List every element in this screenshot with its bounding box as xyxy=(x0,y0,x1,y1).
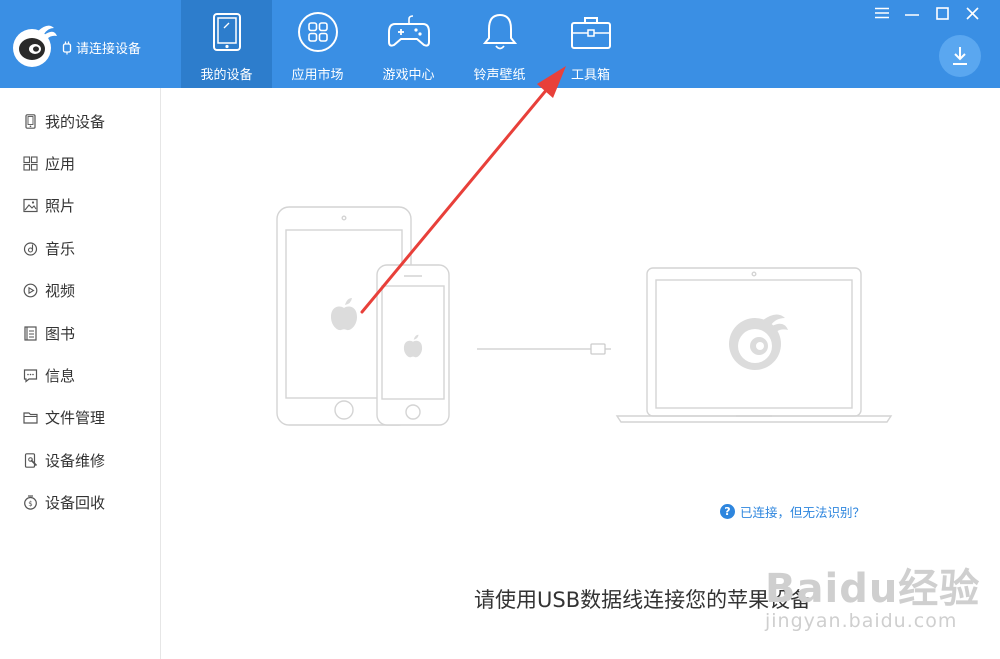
sidebar-item-label: 设备回收 xyxy=(45,494,106,513)
sidebar-item-device-recycle[interactable]: $ 设备回收 xyxy=(0,482,160,524)
maximize-icon[interactable] xyxy=(934,4,950,22)
download-button[interactable] xyxy=(939,35,981,77)
close-icon[interactable] xyxy=(964,4,980,22)
tab-my-device[interactable]: 我的设备 xyxy=(181,0,272,88)
phone-icon xyxy=(22,113,38,129)
tab-game-center[interactable]: 游戏中心 xyxy=(363,0,454,88)
sidebar-item-label: 音乐 xyxy=(45,239,76,258)
sidebar-item-device-repair[interactable]: 设备维修 xyxy=(0,439,160,481)
recycle-icon: $ xyxy=(22,495,38,511)
app-grid-icon xyxy=(296,10,340,54)
sidebar-item-video[interactable]: 视频 xyxy=(0,270,160,312)
watermark-brand-text: Baidu经验 xyxy=(765,566,981,612)
book-icon xyxy=(22,325,38,341)
menu-icon[interactable] xyxy=(874,4,890,22)
bell-icon xyxy=(478,10,522,54)
tab-toolbox[interactable]: 工具箱 xyxy=(545,0,636,88)
main-nav: 我的设备 应用市场 游戏中心 铃声壁纸 工具箱 xyxy=(181,0,636,88)
itools-logo-laptop xyxy=(729,314,788,370)
tab-ringtone-wallpaper[interactable]: 铃声壁纸 xyxy=(454,0,545,88)
question-icon: ? xyxy=(720,504,735,519)
sidebar-item-label: 图书 xyxy=(45,324,76,343)
device-plug-icon xyxy=(62,41,72,54)
sidebar-item-photos[interactable]: 照片 xyxy=(0,185,160,227)
tab-label: 游戏中心 xyxy=(382,68,435,83)
message-icon xyxy=(22,368,38,384)
video-icon xyxy=(22,283,38,299)
download-icon xyxy=(953,47,967,65)
repair-icon xyxy=(22,452,38,468)
sidebar-item-apps[interactable]: 应用 xyxy=(0,142,160,184)
sidebar-item-file-manager[interactable]: 文件管理 xyxy=(0,397,160,439)
sidebar-item-label: 视频 xyxy=(45,282,76,301)
sidebar: 我的设备 应用 照片 音乐 视频 图书 信息 文件管理 设备维修 $ 设备回收 xyxy=(0,88,161,659)
sidebar-item-books[interactable]: 图书 xyxy=(0,312,160,354)
connection-status-label: 请连接设备 xyxy=(76,42,142,57)
usb-cable xyxy=(477,343,611,355)
baidu-watermark: Baidu经验 jingyan.baidu.com xyxy=(765,556,980,632)
connect-prompt: 请使用USB数据线连接您的苹果设备 xyxy=(474,588,812,612)
toolbox-icon xyxy=(569,10,613,54)
gamepad-icon xyxy=(387,10,431,54)
sidebar-item-label: 文件管理 xyxy=(45,409,106,428)
sidebar-item-label: 设备维修 xyxy=(45,451,106,470)
tab-label: 铃声壁纸 xyxy=(473,68,526,83)
sidebar-item-label: 我的设备 xyxy=(45,112,106,131)
apple-logo-ipad xyxy=(331,298,357,331)
minimize-icon[interactable] xyxy=(904,4,920,22)
tab-app-market[interactable]: 应用市场 xyxy=(272,0,363,88)
tab-label: 应用市场 xyxy=(291,68,344,83)
sidebar-item-label: 信息 xyxy=(45,367,76,386)
connection-status[interactable]: 请连接设备 xyxy=(62,38,141,57)
unrecognized-help-link[interactable]: ? 已连接，但无法识别？ xyxy=(720,502,865,521)
apps-icon xyxy=(22,156,38,172)
tablet-icon xyxy=(205,10,249,54)
window-controls xyxy=(874,4,980,22)
folder-icon xyxy=(22,410,38,426)
watermark-url: jingyan.baidu.com xyxy=(765,610,958,632)
tab-label: 工具箱 xyxy=(570,68,610,83)
sidebar-item-my-device[interactable]: 我的设备 xyxy=(0,100,160,142)
photo-icon xyxy=(22,198,38,214)
watermark-brand: Baidu经验 xyxy=(765,556,980,614)
sidebar-item-messages[interactable]: 信息 xyxy=(0,354,160,396)
sidebar-item-label: 照片 xyxy=(45,197,76,216)
music-icon xyxy=(22,240,38,256)
svg-text:$: $ xyxy=(28,500,32,508)
tab-label: 我的设备 xyxy=(200,68,253,83)
sidebar-item-label: 应用 xyxy=(45,155,76,174)
top-bar: 请连接设备 我的设备 应用市场 游戏中心 铃声壁纸 工具箱 xyxy=(0,0,1000,88)
app-logo xyxy=(13,25,57,67)
itools-window: 请连接设备 我的设备 应用市场 游戏中心 铃声壁纸 工具箱 我的设备 应用 照片… xyxy=(0,0,1000,659)
sidebar-item-music[interactable]: 音乐 xyxy=(0,227,160,269)
help-link-label: 已连接，但无法识别？ xyxy=(740,505,866,520)
